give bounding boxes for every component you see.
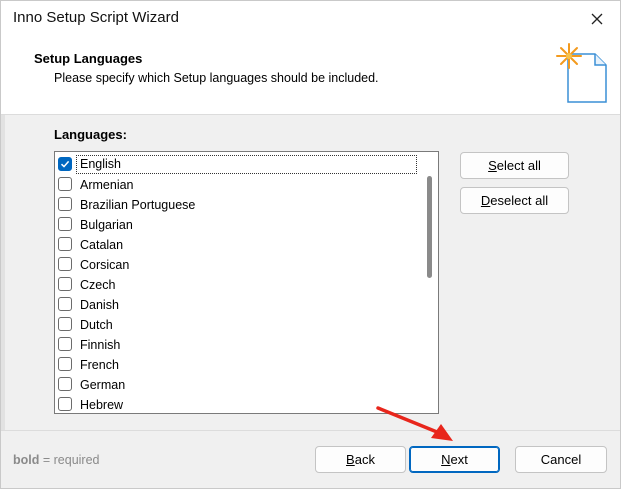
language-label-wrap: Czech [72,277,117,292]
wizard-window: Inno Setup Script Wizard Setup Languages… [0,0,621,489]
vertical-scrollbar[interactable] [421,152,438,413]
language-label: Corsican [80,257,130,272]
language-item[interactable]: Finnish [55,334,420,354]
language-item[interactable]: French [55,354,420,374]
language-label: Czech [80,277,116,292]
language-label: Catalan [80,237,124,252]
language-label: Brazilian Portuguese [80,197,196,212]
language-item[interactable]: Brazilian Portuguese [55,194,420,214]
language-label: Dutch [80,317,113,332]
language-label-wrap: French [72,357,121,372]
language-checkbox[interactable] [58,217,72,231]
language-item[interactable]: Bulgarian [55,214,420,234]
language-label-wrap: German [72,377,127,392]
language-checkbox[interactable] [58,257,72,271]
language-item[interactable]: Dutch [55,314,420,334]
language-item[interactable]: Hebrew [55,394,420,413]
language-checkbox[interactable] [58,177,72,191]
language-checkbox[interactable] [58,197,72,211]
language-label-wrap: Dutch [72,317,115,332]
language-item[interactable]: English [55,154,420,174]
language-label-wrap: English [76,154,417,174]
deselect-all-button[interactable]: Deselect all [460,187,569,214]
language-checkbox[interactable] [58,337,72,351]
language-label-wrap: Bulgarian [72,217,135,232]
language-label: French [80,357,119,372]
language-label-wrap: Finnish [72,337,122,352]
language-label-wrap: Corsican [72,257,131,272]
language-label-wrap: Brazilian Portuguese [72,197,197,212]
language-label: German [80,377,126,392]
header-panel: Setup Languages Please specify which Set… [1,36,620,114]
close-button[interactable] [574,1,620,36]
language-checkbox[interactable] [58,317,72,331]
language-label-wrap: Hebrew [72,397,125,412]
language-checkbox[interactable] [58,357,72,371]
next-button[interactable]: Next [409,446,500,473]
red-pointer-arrow-icon [376,406,453,441]
page-title: Setup Languages [34,51,143,66]
window-title: Inno Setup Script Wizard [13,9,179,26]
language-label: Danish [80,297,119,312]
language-label-wrap: Armenian [72,177,136,192]
language-label: Bulgarian [80,217,133,232]
language-label: Hebrew [80,397,124,412]
language-label: Armenian [80,177,134,192]
language-item[interactable]: Danish [55,294,420,314]
header-divider [1,114,620,115]
select-all-label: elect all [496,158,541,173]
scrollbar-thumb[interactable] [427,176,432,278]
languages-label: Languages: [54,127,127,142]
back-button[interactable]: Back [315,446,406,473]
required-legend: bold = required [13,453,100,467]
deselect-all-accel: D [480,193,491,208]
select-all-accel: S [488,158,497,173]
language-checkbox[interactable] [58,237,72,251]
languages-checklist[interactable]: English Armenian Brazilian Portuguese Bulga… [54,151,439,414]
language-label: Finnish [80,337,121,352]
required-legend-text: = required [39,453,100,467]
footer-divider [1,430,620,431]
close-icon [591,13,603,24]
language-item[interactable]: Czech [55,274,420,294]
next-label: ext [450,452,468,467]
back-accel: B [346,452,355,467]
select-all-button[interactable]: Select all [460,152,569,179]
language-checkbox[interactable] [58,377,72,391]
language-label-wrap: Danish [72,297,121,312]
language-item[interactable]: Corsican [55,254,420,274]
page-subtitle: Please specify which Setup languages sho… [54,71,379,85]
checkmark-icon [60,160,70,168]
language-label: English [80,157,121,171]
title-bar: Inno Setup Script Wizard [1,1,620,36]
language-checkbox[interactable] [58,277,72,291]
required-legend-bold: bold [13,453,40,467]
left-edge-strip [1,115,5,430]
language-label-wrap: Catalan [72,237,125,252]
wizard-document-icon [556,43,607,103]
language-item[interactable]: German [55,374,420,394]
back-label: ack [354,452,375,467]
language-checkbox[interactable] [58,157,72,171]
cancel-button[interactable]: Cancel [515,446,607,473]
language-item[interactable]: Armenian [55,174,420,194]
language-item[interactable]: Catalan [55,234,420,254]
deselect-all-label: eselect all [490,193,549,208]
cancel-label: Cancel [540,452,582,467]
next-accel: N [441,452,451,467]
language-checkbox[interactable] [58,297,72,311]
language-checkbox[interactable] [58,397,72,411]
